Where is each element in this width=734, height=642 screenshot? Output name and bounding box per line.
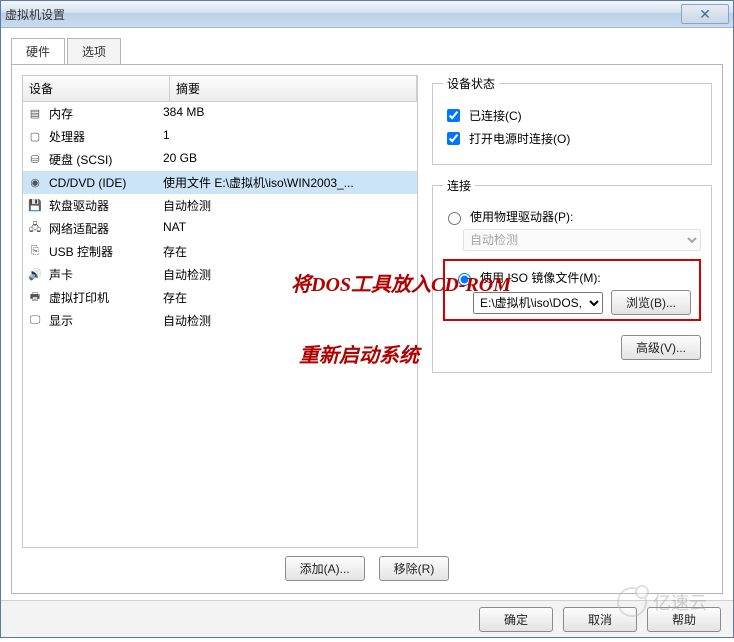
device-name: 软盘驱动器 — [49, 197, 109, 214]
dialog-body: 硬件 选项 设备 摘要 ▤ 内存 384 MB ▢ 处理器 1 ⛁ 硬盘 (SCSI) 20 G… — [1, 28, 733, 600]
connection-legend: 连接 — [443, 177, 475, 194]
advanced-button[interactable]: 高级(V)... — [621, 335, 701, 360]
device-name: 声卡 — [49, 266, 73, 283]
device-name: 显示 — [49, 312, 73, 329]
main-area: 设备 摘要 ▤ 内存 384 MB ▢ 处理器 1 ⛁ 硬盘 (SCSI) 20 GB ◉ CD/D… — [22, 75, 712, 548]
list-row-device: ⎘ USB 控制器 — [27, 243, 161, 260]
list-row-device: 🖵 显示 — [27, 312, 161, 329]
list-row-device: ◉ CD/DVD (IDE) — [27, 174, 161, 191]
cd-icon: ◉ — [27, 176, 43, 190]
printer-icon: 🖶 — [27, 291, 43, 305]
network-icon: 🖧 — [27, 222, 43, 236]
device-status-legend: 设备状态 — [443, 75, 499, 92]
sound-icon: 🔊 — [27, 268, 43, 282]
list-row-device: ▤ 内存 — [27, 105, 161, 122]
vm-settings-window: 虚拟机设置 ✕ 硬件 选项 设备 摘要 ▤ 内存 384 MB ▢ 处理器 1 ⛁ 硬盘 (S… — [0, 0, 734, 638]
connected-option[interactable]: 已连接(C) — [443, 106, 701, 125]
connected-label: 已连接(C) — [469, 107, 522, 124]
device-name: CD/DVD (IDE) — [49, 176, 126, 190]
device-name: USB 控制器 — [49, 243, 113, 260]
physical-drive-select[interactable]: 自动检测 — [463, 229, 701, 251]
titlebar: 虚拟机设置 ✕ — [1, 1, 733, 28]
right-panel: 设备状态 已连接(C) 打开电源时连接(O) 连接 — [432, 75, 712, 548]
list-row[interactable]: ▤ 内存 384 MB — [23, 102, 417, 125]
device-name: 处理器 — [49, 128, 85, 145]
device-summary: 自动检测 — [161, 197, 413, 214]
use-physical-radio[interactable] — [448, 212, 461, 225]
add-button[interactable]: 添加(A)... — [285, 556, 365, 581]
cpu-icon: ▢ — [27, 130, 43, 144]
list-row-device: 🔊 声卡 — [27, 266, 161, 283]
device-name: 内存 — [49, 105, 73, 122]
use-physical-label: 使用物理驱动器(P): — [470, 208, 573, 225]
list-row[interactable]: 💾 软盘驱动器 自动检测 — [23, 194, 417, 217]
cancel-button[interactable]: 取消 — [563, 607, 637, 632]
list-header: 设备 摘要 — [23, 76, 417, 102]
disk-icon: ⛁ — [27, 153, 43, 167]
use-iso-label: 使用 ISO 镜像文件(M): — [480, 269, 601, 286]
list-row-device: 💾 软盘驱动器 — [27, 197, 161, 214]
connection-group: 连接 使用物理驱动器(P): 自动检测 — [432, 177, 712, 373]
device-summary: 存在 — [161, 243, 413, 260]
tab-hardware[interactable]: 硬件 — [11, 38, 65, 65]
connected-checkbox[interactable] — [447, 109, 460, 122]
iso-path-row: E:\虚拟机\iso\DOS, 浏览(B)... — [473, 290, 691, 315]
annotation-highlight: 使用 ISO 镜像文件(M): E:\虚拟机\iso\DOS, 浏览(B)... — [443, 259, 701, 321]
device-summary: 自动检测 — [161, 266, 413, 283]
remove-button[interactable]: 移除(R) — [379, 556, 450, 581]
use-iso-radio[interactable] — [458, 273, 471, 286]
display-icon: 🖵 — [27, 314, 43, 328]
list-row[interactable]: ⎘ USB 控制器 存在 — [23, 240, 417, 263]
device-summary: 1 — [161, 128, 413, 145]
list-row[interactable]: 🖧 网络适配器 NAT — [23, 217, 417, 240]
device-list: 设备 摘要 ▤ 内存 384 MB ▢ 处理器 1 ⛁ 硬盘 (SCSI) 20 GB ◉ CD/D… — [22, 75, 418, 548]
help-button[interactable]: 帮助 — [647, 607, 721, 632]
device-summary: 存在 — [161, 289, 413, 306]
list-row[interactable]: 🔊 声卡 自动检测 — [23, 263, 417, 286]
physical-drive-row: 自动检测 — [463, 229, 701, 251]
device-name: 硬盘 (SCSI) — [49, 151, 112, 168]
advanced-row: 高级(V)... — [443, 335, 701, 360]
dialog-footer: 确定 取消 帮助 — [1, 600, 733, 637]
connect-poweron-checkbox[interactable] — [447, 132, 460, 145]
use-physical-option[interactable]: 使用物理驱动器(P): — [443, 208, 701, 225]
connect-poweron-label: 打开电源时连接(O) — [469, 130, 570, 147]
usb-icon: ⎘ — [27, 245, 43, 259]
device-status-group: 设备状态 已连接(C) 打开电源时连接(O) — [432, 75, 712, 165]
list-row-device: 🖧 网络适配器 — [27, 220, 161, 237]
list-row[interactable]: 🖵 显示 自动检测 — [23, 309, 417, 332]
list-row[interactable]: ⛁ 硬盘 (SCSI) 20 GB — [23, 148, 417, 171]
list-row[interactable]: ▢ 处理器 1 — [23, 125, 417, 148]
tab-content: 设备 摘要 ▤ 内存 384 MB ▢ 处理器 1 ⛁ 硬盘 (SCSI) 20 GB ◉ CD/D… — [11, 64, 723, 594]
list-row-device: ▢ 处理器 — [27, 128, 161, 145]
bottom-buttons: 添加(A)... 移除(R) — [22, 548, 712, 583]
window-title: 虚拟机设置 — [5, 6, 65, 23]
device-name: 虚拟打印机 — [49, 289, 109, 306]
list-row-device: 🖶 虚拟打印机 — [27, 289, 161, 306]
list-body[interactable]: ▤ 内存 384 MB ▢ 处理器 1 ⛁ 硬盘 (SCSI) 20 GB ◉ CD/DVD (ID… — [23, 102, 417, 547]
close-icon: ✕ — [699, 7, 711, 21]
device-summary: 20 GB — [161, 151, 413, 168]
device-summary: NAT — [161, 220, 413, 237]
list-row[interactable]: ◉ CD/DVD (IDE) 使用文件 E:\虚拟机\iso\WIN2003_... — [23, 171, 417, 194]
device-summary: 384 MB — [161, 105, 413, 122]
ok-button[interactable]: 确定 — [479, 607, 553, 632]
device-name: 网络适配器 — [49, 220, 109, 237]
header-summary: 摘要 — [170, 76, 417, 101]
tab-strip: 硬件 选项 — [11, 38, 723, 65]
close-button[interactable]: ✕ — [681, 4, 729, 24]
device-summary: 使用文件 E:\虚拟机\iso\WIN2003_... — [161, 174, 413, 191]
device-summary: 自动检测 — [161, 312, 413, 329]
header-device: 设备 — [23, 76, 170, 101]
memory-icon: ▤ — [27, 107, 43, 121]
tab-options[interactable]: 选项 — [67, 38, 121, 65]
list-row[interactable]: 🖶 虚拟打印机 存在 — [23, 286, 417, 309]
iso-path-select[interactable]: E:\虚拟机\iso\DOS, — [473, 292, 603, 314]
use-iso-option[interactable]: 使用 ISO 镜像文件(M): — [453, 269, 691, 286]
browse-button[interactable]: 浏览(B)... — [611, 290, 691, 315]
connect-poweron-option[interactable]: 打开电源时连接(O) — [443, 129, 701, 148]
list-row-device: ⛁ 硬盘 (SCSI) — [27, 151, 161, 168]
floppy-icon: 💾 — [27, 199, 43, 213]
